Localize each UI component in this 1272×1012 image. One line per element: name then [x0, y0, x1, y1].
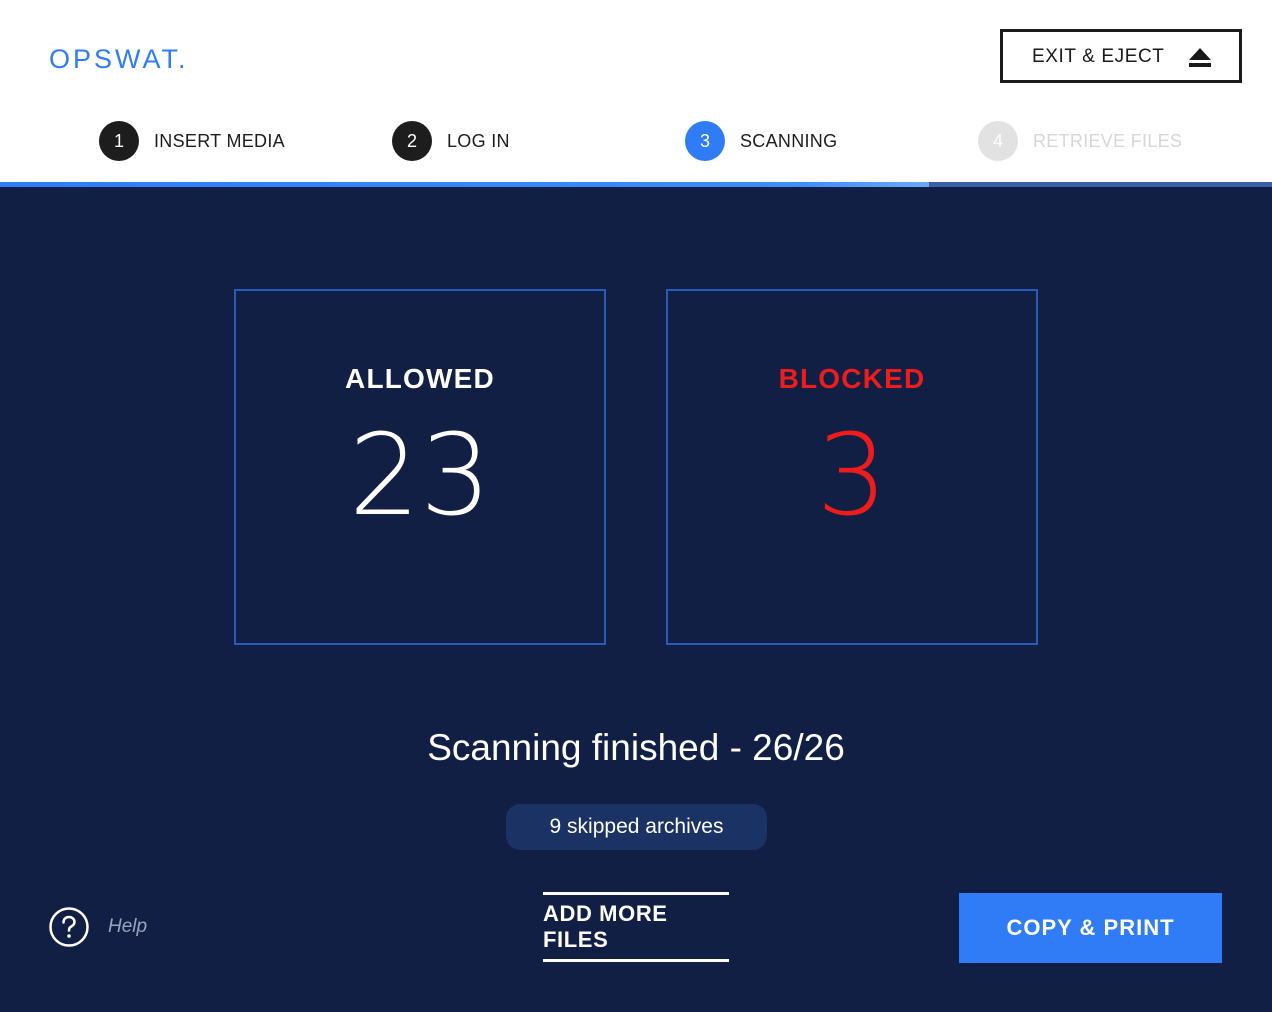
skipped-archives-badge: 9 skipped archives	[506, 804, 767, 850]
help-label: Help	[108, 916, 148, 937]
exit-eject-button[interactable]: EXIT & EJECT	[1000, 29, 1242, 83]
step-log-in: 2 LOG IN	[392, 118, 510, 164]
step-label: LOG IN	[447, 130, 510, 151]
question-circle-icon	[49, 907, 89, 947]
step-label: SCANNING	[740, 130, 838, 151]
step-number: 4	[978, 121, 1018, 161]
step-number: 3	[685, 121, 725, 161]
step-label: RETRIEVE FILES	[1033, 130, 1183, 151]
step-retrieve-files: 4 RETRIEVE FILES	[978, 118, 1182, 164]
eject-icon	[1189, 48, 1211, 67]
add-more-files-button[interactable]: ADD MORE FILES	[543, 892, 729, 962]
main-panel: ALLOWED 23 BLOCKED 3 Scanning finished -…	[0, 187, 1272, 1012]
help-link[interactable]: Help	[49, 907, 147, 947]
step-label: INSERT MEDIA	[154, 130, 285, 151]
step-indicator: 1 INSERT MEDIA 2 LOG IN 3 SCANNING 4 RET…	[0, 118, 1272, 164]
blocked-title: BLOCKED	[778, 363, 926, 394]
allowed-count: 23	[348, 411, 492, 541]
step-number: 1	[99, 121, 139, 161]
allowed-card: ALLOWED 23	[234, 289, 606, 645]
blocked-count: 3	[816, 411, 888, 541]
blocked-card: BLOCKED 3	[666, 289, 1038, 645]
step-scanning: 3 SCANNING	[685, 118, 837, 164]
scan-status-message: Scanning finished - 26/26	[427, 727, 845, 768]
exit-eject-label: EXIT & EJECT	[1032, 46, 1165, 67]
header: OPSWAT. EXIT & EJECT 1 INSERT MEDIA 2 LO…	[0, 0, 1272, 182]
step-number: 2	[392, 121, 432, 161]
allowed-title: ALLOWED	[345, 363, 495, 394]
copy-print-button[interactable]: COPY & PRINT	[959, 893, 1222, 963]
step-insert-media: 1 INSERT MEDIA	[99, 118, 285, 164]
opswat-logo: OPSWAT.	[49, 44, 189, 74]
